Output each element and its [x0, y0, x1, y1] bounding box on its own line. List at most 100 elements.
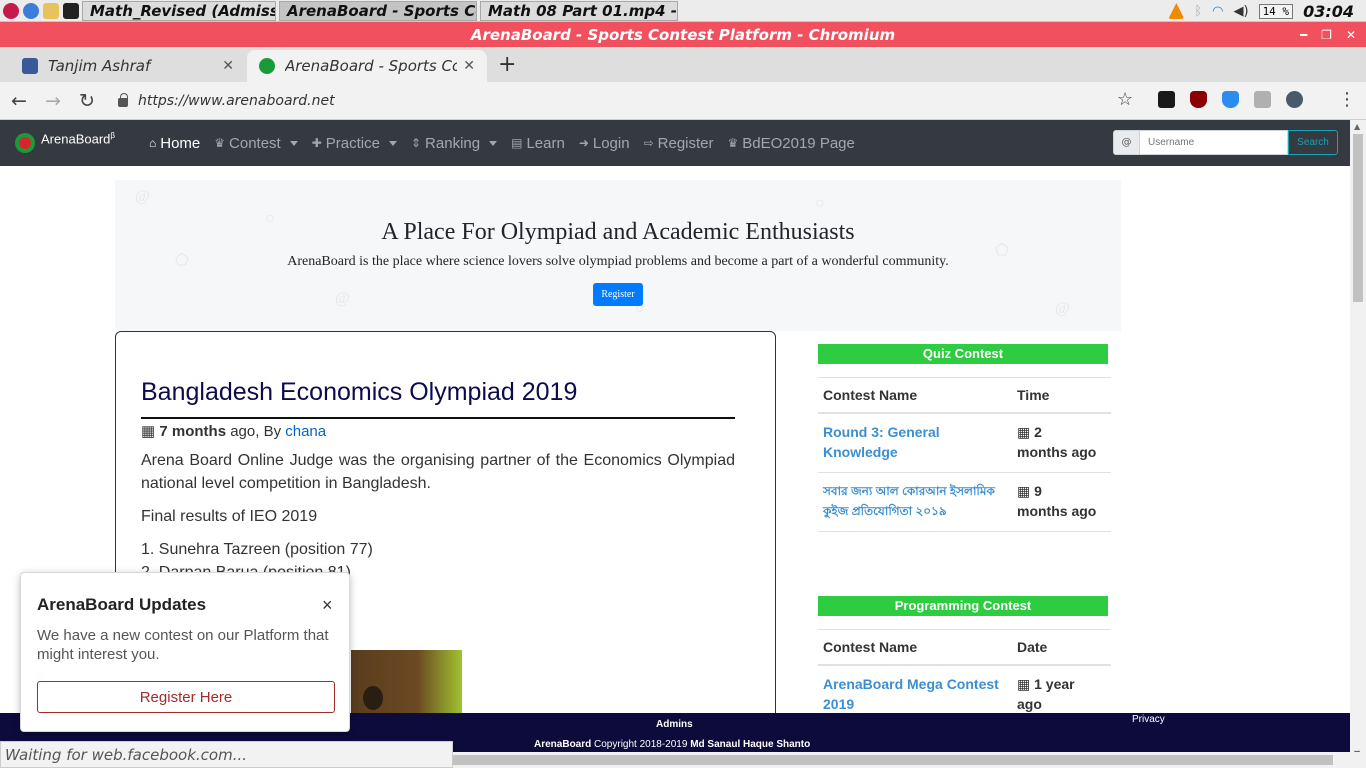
- bluetooth-icon[interactable]: ᛒ: [1194, 4, 1202, 19]
- hero-banner: @ ○ ⬠ @ ○ ⬠ @ ○ A Place For Olympiad and…: [115, 180, 1121, 331]
- nav-login[interactable]: ➜ Login: [579, 135, 630, 152]
- brand-name: ArenaBoardβ: [41, 131, 115, 146]
- register-here-button[interactable]: Register Here: [37, 681, 335, 713]
- footer-admins-link[interactable]: Admins: [656, 719, 693, 730]
- raspberry-menu-icon[interactable]: [3, 2, 19, 19]
- tab-title: ArenaBoard - Sports Contest Platform: [285, 57, 457, 75]
- ublock-icon[interactable]: [1190, 91, 1207, 108]
- nav-links: ⌂ Home ♛ Contest ✚ Practice ⇕ Ranking ▤ Learn…: [149, 135, 855, 152]
- taskbar-task-math-video[interactable]: Math 08 Part 01.mp4 - ...: [480, 0, 678, 21]
- updates-popup: ArenaBoard Updates × We have a new conte…: [20, 572, 350, 732]
- copyright-owner: Md Sanaul Haque Shanto: [690, 739, 811, 750]
- post-author-link[interactable]: chana: [285, 423, 326, 440]
- forward-icon[interactable]: →: [38, 90, 68, 112]
- terminal-icon[interactable]: [63, 2, 79, 19]
- nav-label: Learn: [526, 134, 565, 152]
- close-tab-icon[interactable]: ✕: [463, 58, 475, 74]
- back-icon[interactable]: ←: [4, 90, 34, 112]
- sign-in-icon: ➜: [578, 136, 589, 150]
- vertical-scrollbar[interactable]: ▲ ▼: [1350, 120, 1366, 760]
- calendar-icon: ▦: [141, 423, 156, 440]
- new-tab-icon[interactable]: +: [498, 52, 516, 77]
- programming-contest-header: Programming Contest: [818, 596, 1108, 616]
- nav-label: Practice: [325, 134, 380, 152]
- shield-icon[interactable]: [1222, 91, 1239, 108]
- pattern-icon: @: [335, 290, 350, 307]
- nav-bdeo2019[interactable]: ♛ BdEO2019 Page: [728, 135, 855, 152]
- nav-label: Login: [592, 134, 630, 152]
- trophy-icon: ♛: [214, 136, 226, 150]
- footer-privacy-link[interactable]: Privacy: [1132, 714, 1165, 725]
- file-manager-icon[interactable]: [43, 2, 59, 19]
- time-value: 1 year: [1034, 676, 1075, 692]
- column-header: Date: [1012, 629, 1111, 666]
- pattern-icon: @: [135, 188, 150, 205]
- hero-register-button[interactable]: Register: [593, 283, 643, 306]
- taskbar-task-math-revised[interactable]: Math_Revised (Admissi...: [82, 0, 276, 21]
- nav-practice[interactable]: ✚ Practice: [312, 135, 397, 152]
- programming-contest-table: Contest Name Date ArenaBoard Mega Contes…: [818, 629, 1111, 725]
- clock[interactable]: 03:04: [1303, 2, 1354, 21]
- search-button[interactable]: Search: [1288, 130, 1338, 155]
- tab-facebook[interactable]: Tanjim Ashraf ✕: [10, 50, 246, 82]
- battery-indicator[interactable]: 14 %: [1258, 3, 1294, 19]
- table-row: Round 3: General Knowledge ▦ 2 months ago: [818, 413, 1111, 473]
- nav-ranking[interactable]: ⇕ Ranking: [411, 135, 498, 152]
- programming-contest-panel: Programming Contest Contest Name Date Ar…: [818, 596, 1111, 725]
- contest-name-cell: Round 3: General Knowledge: [818, 413, 1012, 473]
- system-tray: ᛒ ◠ ◀) 14 % 03:04: [1168, 0, 1366, 22]
- close-icon[interactable]: ×: [322, 595, 333, 616]
- contest-link[interactable]: ArenaBoard Mega Contest 2019: [823, 676, 999, 712]
- calendar-icon: ▦: [1017, 676, 1031, 692]
- table-header-row: Contest Name Time: [818, 377, 1111, 414]
- task-label: Math_Revised (Admissi...: [90, 1, 275, 20]
- copyright-brand: ArenaBoard: [534, 739, 592, 750]
- tab-arenaboard[interactable]: ArenaBoard - Sports Contest Platform ✕: [247, 50, 487, 82]
- profile-avatar[interactable]: [1286, 91, 1303, 108]
- horizontal-scrollbar[interactable]: [453, 752, 1366, 768]
- address-bar[interactable]: https://www.arenaboard.net: [112, 87, 1132, 115]
- taskbar-task-arenaboard[interactable]: ArenaBoard - Sports Co...: [279, 0, 477, 21]
- trophy-icon: ♛: [727, 136, 739, 150]
- nav-contest[interactable]: ♛ Contest: [214, 135, 298, 152]
- web-browser-icon[interactable]: [23, 2, 39, 19]
- post-meta: ▦ 7 months ago, By chana: [141, 422, 326, 440]
- search-addon: @: [1113, 130, 1140, 155]
- username-search-input[interactable]: [1140, 130, 1288, 155]
- time-value: 9: [1034, 483, 1042, 499]
- column-header: Contest Name: [818, 629, 1012, 666]
- bookmark-star-icon[interactable]: ☆: [1117, 89, 1133, 110]
- nav-learn[interactable]: ▤ Learn: [511, 135, 565, 152]
- hero-title: A Place For Olympiad and Academic Enthus…: [381, 219, 855, 245]
- nav-home[interactable]: ⌂ Home: [149, 135, 200, 152]
- brand[interactable]: ArenaBoardβ: [15, 131, 115, 153]
- scrollbar-thumb[interactable]: [453, 755, 1333, 765]
- post-title[interactable]: Bangladesh Economics Olympiad 2019: [141, 378, 577, 407]
- reload-icon[interactable]: ↻: [72, 90, 102, 112]
- nav-register[interactable]: ⇨ Register: [644, 135, 714, 152]
- lock-icon: [118, 93, 128, 107]
- minimize-icon[interactable]: ━: [1300, 28, 1307, 42]
- window-controls: ━ ❐ ✕: [1300, 22, 1356, 47]
- scrollbar-thumb[interactable]: [1353, 134, 1363, 302]
- close-tab-icon[interactable]: ✕: [222, 58, 234, 74]
- menu-kebab-icon[interactable]: ⋮: [1338, 89, 1356, 110]
- volume-icon[interactable]: ◀): [1233, 4, 1248, 19]
- copyright-text: Copyright 2018-2019: [591, 739, 691, 750]
- pattern-icon: @: [1055, 300, 1070, 317]
- post-age: 7 months: [159, 423, 227, 440]
- maximize-icon[interactable]: ❐: [1321, 28, 1332, 42]
- contest-link[interactable]: Round 3: General Knowledge: [823, 424, 940, 460]
- brand-text: ArenaBoard: [41, 131, 111, 147]
- vlc-tray-icon[interactable]: [1168, 3, 1185, 19]
- pattern-icon: ○: [815, 195, 825, 212]
- task-label: ArenaBoard - Sports Co...: [287, 1, 476, 20]
- contest-link[interactable]: সবার জন্য আল কোরআন ইসলামিক কুইজ প্রতিযোগ…: [823, 484, 995, 518]
- hackerrank-extension-icon[interactable]: [1158, 91, 1175, 108]
- post-paragraph: Final results of IEO 2019: [141, 508, 318, 525]
- cube-extension-icon[interactable]: [1254, 91, 1271, 108]
- scroll-up-icon[interactable]: ▲: [1354, 122, 1360, 131]
- calendar-icon: ▦: [1017, 424, 1031, 440]
- close-icon[interactable]: ✕: [1346, 28, 1356, 42]
- wifi-icon[interactable]: ◠: [1212, 4, 1223, 19]
